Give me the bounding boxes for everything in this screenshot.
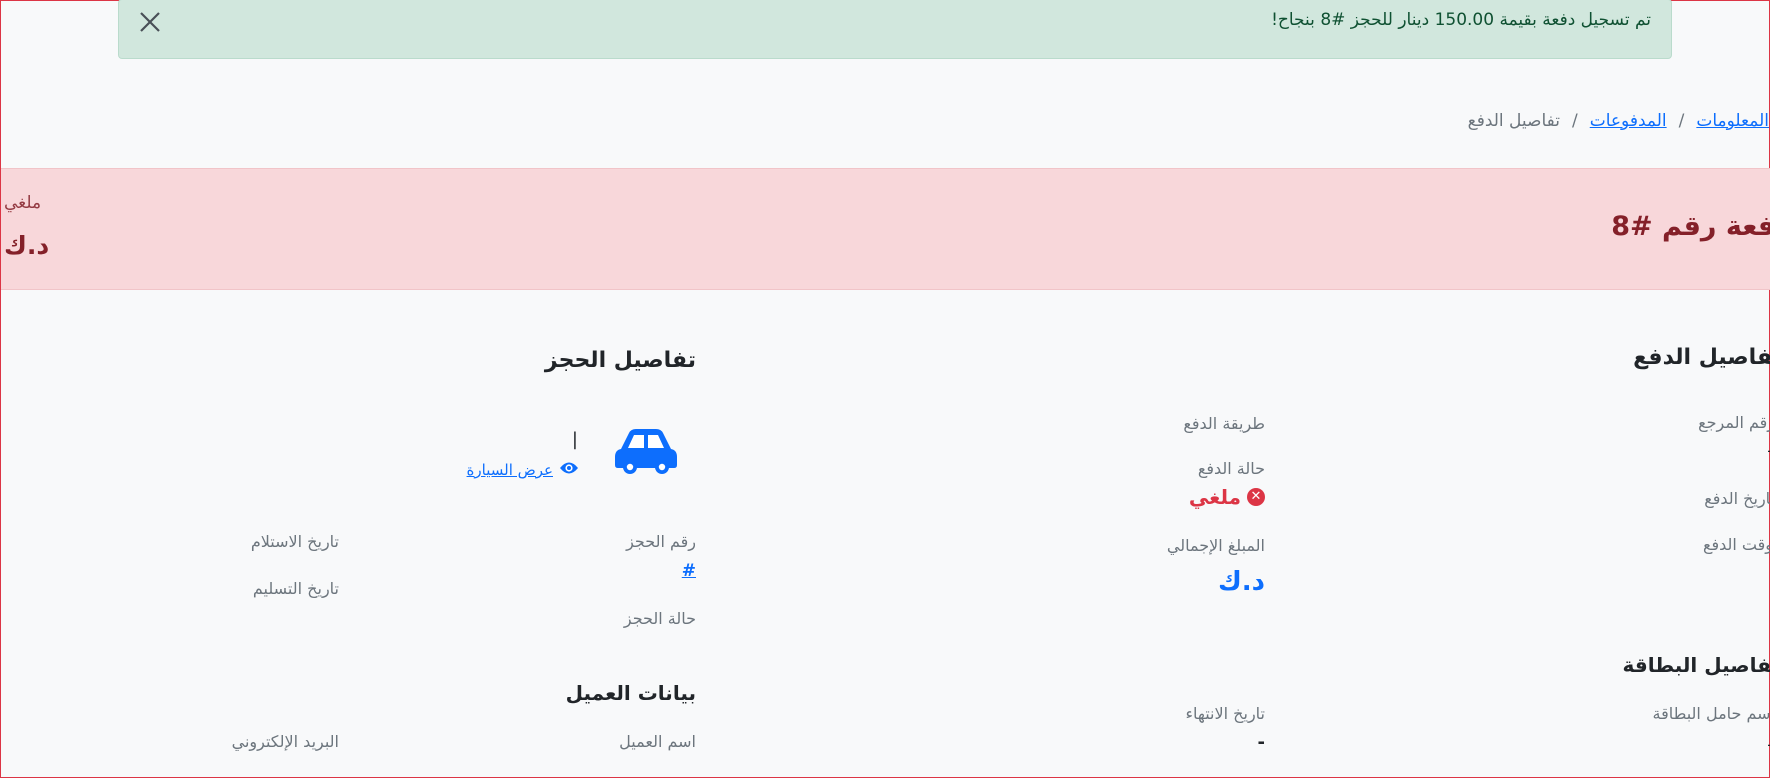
alert-message: تم تسجيل دفعة بقيمة 150.00 دينار للحجز #… (1271, 10, 1651, 30)
banner-status: ملغي (4, 193, 42, 213)
payment-header-banner: دفعة رقم #8 ملغي د.ك (1, 168, 1770, 290)
total-amount-value: د.ك (1217, 567, 1265, 597)
banner-amount: د.ك (4, 231, 50, 260)
expiry-date-value: - (1257, 732, 1265, 753)
car-icon (613, 427, 679, 477)
breadcrumb-separator: / (1678, 111, 1685, 131)
customer-email-label: البريد الإلكتروني (231, 732, 339, 751)
pickup-date-label: تاريخ الاستلام (250, 532, 339, 551)
close-icon[interactable] (135, 7, 165, 37)
booking-number-link[interactable]: # (682, 561, 696, 581)
booking-status-label: حالة الحجز (623, 609, 696, 628)
payment-date-label: تاريخ الدفع (1704, 489, 1770, 508)
view-car-label[interactable]: عرض السيارة (467, 461, 553, 479)
success-alert: تم تسجيل دفعة بقيمة 150.00 دينار للحجز #… (118, 0, 1672, 59)
payment-status-label: حالة الدفع (1197, 459, 1265, 478)
breadcrumb-separator: / (1572, 111, 1578, 131)
booking-details-heading: تفاصيل الحجز (544, 348, 696, 373)
card-holder-label: اسم حامل البطاقة (1652, 704, 1770, 723)
payment-status-text: ملغي (1188, 485, 1241, 509)
booking-number-label: رقم الحجز (626, 532, 696, 551)
payment-status-value: ✕ ملغي (1189, 485, 1265, 509)
payment-method-label: طريقة الدفع (1183, 414, 1265, 433)
payment-time-label: وقت الدفع (1702, 535, 1770, 554)
total-amount-label: المبلغ الإجمالي (1166, 536, 1265, 555)
breadcrumb-current: تفاصيل الدفع (1467, 111, 1560, 131)
breadcrumb-link-info[interactable]: المعلومات (1696, 111, 1769, 131)
reference-label: رقم المرجع (1698, 413, 1770, 432)
customer-heading: بيانات العميل (565, 681, 696, 705)
breadcrumb: المعلومات / المدفوعات / تفاصيل الدفع (1435, 111, 1769, 131)
view-car-link[interactable]: عرض السيارة (467, 460, 579, 480)
return-date-label: تاريخ التسليم (252, 579, 339, 598)
payment-title: دفعة رقم #8 (1611, 211, 1770, 242)
car-name: | (571, 429, 578, 450)
eye-icon (559, 460, 579, 480)
customer-name-label: اسم العميل (619, 732, 696, 751)
payment-details-heading: تفاصيل الدفع (1633, 345, 1770, 370)
breadcrumb-link-payments[interactable]: المدفوعات (1590, 111, 1667, 131)
expiry-date-label: تاريخ الانتهاء (1185, 704, 1265, 723)
card-details-heading: تفاصيل البطاقة (1622, 653, 1770, 677)
cancel-icon: ✕ (1247, 488, 1265, 506)
